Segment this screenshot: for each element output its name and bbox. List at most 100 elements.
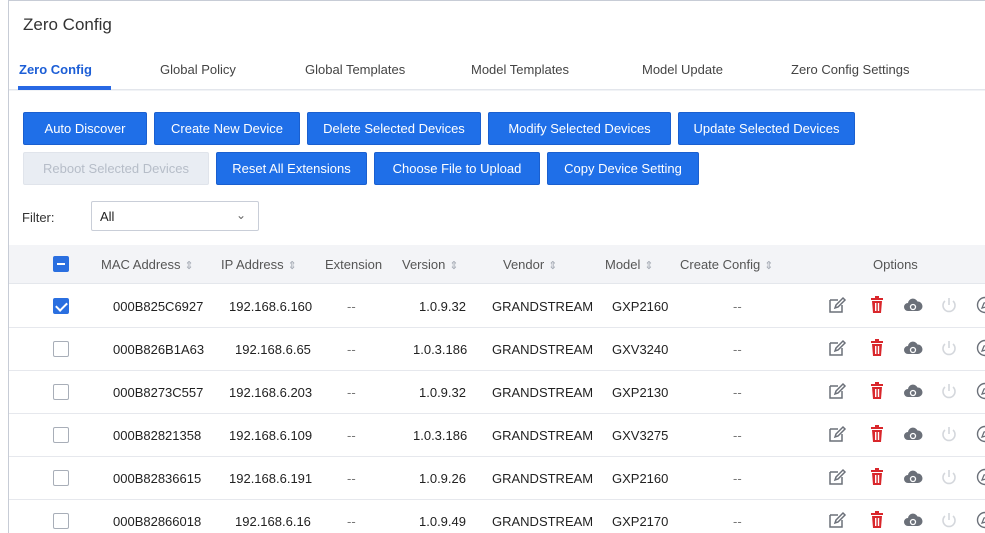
cell-create-config: -- xyxy=(733,385,742,400)
compass-icon[interactable] xyxy=(975,467,985,487)
chevron-down-icon: ⌄ xyxy=(235,208,246,222)
edit-icon[interactable] xyxy=(827,510,847,530)
cell-extension: -- xyxy=(347,471,356,486)
cell-version: 1.0.3.186 xyxy=(413,428,468,443)
cell-mac-address: 000B82821358 xyxy=(113,428,202,443)
update-selected-devices-button[interactable]: Update Selected Devices xyxy=(678,112,855,145)
sort-icon: ⇕ xyxy=(764,260,774,272)
cell-version: 1.0.9.32 xyxy=(419,299,466,314)
table-row[interactable]: 000B825C6927 192.168.6.160 -- 1.0.9.32 G… xyxy=(9,285,985,328)
compass-icon[interactable] xyxy=(975,424,985,444)
cell-extension: -- xyxy=(347,385,356,400)
tab-global-templates[interactable]: Global Templates xyxy=(305,62,405,77)
delete-icon[interactable] xyxy=(867,295,887,315)
create-new-device-button[interactable]: Create New Device xyxy=(154,112,300,145)
column-label: Vendor xyxy=(503,257,545,272)
delete-icon[interactable] xyxy=(867,338,887,358)
cloud-icon[interactable] xyxy=(903,510,923,530)
column-label: Version xyxy=(402,257,446,272)
delete-selected-devices-button[interactable]: Delete Selected Devices xyxy=(307,112,481,145)
cell-mac-address: 000B825C6927 xyxy=(113,299,204,314)
table-header: MAC Address ⇕ IP Address ⇕ Extension Versi… xyxy=(9,245,985,284)
filter-select[interactable]: All ⌄ xyxy=(91,201,259,231)
reset-all-extensions-button[interactable]: Reset All Extensions xyxy=(216,152,367,185)
cell-extension: -- xyxy=(347,342,356,357)
table-row[interactable]: 000B82821358 192.168.6.109 -- 1.0.3.186 … xyxy=(9,414,985,457)
cell-version: 1.0.9.32 xyxy=(419,385,466,400)
cell-mac-address: 000B82836615 xyxy=(113,471,202,486)
table-row[interactable]: 000B82836615 192.168.6.191 -- 1.0.9.26 G… xyxy=(9,457,985,500)
choose-file-to-upload-button[interactable]: Choose File to Upload xyxy=(374,152,540,185)
column-label: Create Config xyxy=(680,257,761,272)
row-checkbox[interactable] xyxy=(53,298,69,314)
power-icon[interactable] xyxy=(939,295,959,315)
cloud-icon[interactable] xyxy=(903,338,923,358)
table-row[interactable]: 000B826B1A63 192.168.6.65 -- 1.0.3.186 G… xyxy=(9,328,985,371)
cloud-icon[interactable] xyxy=(903,424,923,444)
delete-icon[interactable] xyxy=(867,510,887,530)
modify-selected-devices-button[interactable]: Modify Selected Devices xyxy=(488,112,671,145)
tab-bar: Zero Config Global Policy Global Templat… xyxy=(9,53,985,90)
power-icon[interactable] xyxy=(939,510,959,530)
power-icon[interactable] xyxy=(939,467,959,487)
cell-ip-address: 192.168.6.191 xyxy=(229,471,313,486)
table-row[interactable]: 000B82866018 192.168.6.16 -- 1.0.9.49 GR… xyxy=(9,500,985,533)
column-model[interactable]: Model ⇕ xyxy=(605,257,654,272)
compass-icon[interactable] xyxy=(975,381,985,401)
column-version[interactable]: Version ⇕ xyxy=(402,257,459,272)
edit-icon[interactable] xyxy=(827,295,847,315)
power-icon[interactable] xyxy=(939,381,959,401)
edit-icon[interactable] xyxy=(827,338,847,358)
cell-version: 1.0.9.26 xyxy=(419,471,466,486)
row-checkbox[interactable] xyxy=(53,341,69,357)
row-checkbox[interactable] xyxy=(53,384,69,400)
edit-icon[interactable] xyxy=(827,467,847,487)
delete-icon[interactable] xyxy=(867,381,887,401)
select-all-checkbox[interactable] xyxy=(53,256,69,272)
tab-model-update[interactable]: Model Update xyxy=(642,62,723,77)
tab-model-templates[interactable]: Model Templates xyxy=(471,62,569,77)
cell-ip-address: 192.168.6.203 xyxy=(229,385,313,400)
tab-zero-config[interactable]: Zero Config xyxy=(19,62,92,77)
delete-icon[interactable] xyxy=(867,424,887,444)
compass-icon[interactable] xyxy=(975,295,985,315)
compass-icon[interactable] xyxy=(975,510,985,530)
column-vendor[interactable]: Vendor ⇕ xyxy=(503,257,557,272)
edit-icon[interactable] xyxy=(827,381,847,401)
cell-model: GXV3275 xyxy=(612,428,669,443)
row-checkbox[interactable] xyxy=(53,470,69,486)
delete-icon[interactable] xyxy=(867,467,887,487)
reboot-selected-devices-button[interactable]: Reboot Selected Devices xyxy=(23,152,209,185)
power-icon[interactable] xyxy=(939,338,959,358)
compass-icon[interactable] xyxy=(975,338,985,358)
cloud-icon[interactable] xyxy=(903,295,923,315)
cell-ip-address: 192.168.6.16 xyxy=(235,514,311,529)
table-row[interactable]: 000B8273C557 192.168.6.203 -- 1.0.9.32 G… xyxy=(9,371,985,414)
edit-icon[interactable] xyxy=(827,424,847,444)
cell-mac-address: 000B8273C557 xyxy=(113,385,204,400)
cloud-icon[interactable] xyxy=(903,467,923,487)
cell-create-config: -- xyxy=(733,514,742,529)
sort-icon: ⇕ xyxy=(287,260,297,272)
cell-vendor: GRANDSTREAM xyxy=(492,428,594,443)
sort-icon: ⇕ xyxy=(548,260,558,272)
row-checkbox[interactable] xyxy=(53,427,69,443)
column-label: IP Address xyxy=(221,257,284,272)
cell-extension: -- xyxy=(347,428,356,443)
column-mac-address[interactable]: MAC Address ⇕ xyxy=(101,257,194,272)
column-label: MAC Address xyxy=(101,257,181,272)
sort-icon: ⇕ xyxy=(449,260,459,272)
auto-discover-button[interactable]: Auto Discover xyxy=(23,112,147,145)
column-create-config[interactable]: Create Config ⇕ xyxy=(680,257,773,272)
page-title: Zero Config xyxy=(23,15,112,34)
column-ip-address[interactable]: IP Address ⇕ xyxy=(221,257,297,272)
power-icon[interactable] xyxy=(939,424,959,444)
tab-zero-config-settings[interactable]: Zero Config Settings xyxy=(791,62,910,77)
cell-model: GXP2170 xyxy=(612,514,669,529)
filter-selected-value: All xyxy=(100,209,115,224)
cloud-icon[interactable] xyxy=(903,381,923,401)
copy-device-setting-button[interactable]: Copy Device Setting xyxy=(547,152,699,185)
tab-global-policy[interactable]: Global Policy xyxy=(160,62,236,77)
row-checkbox[interactable] xyxy=(53,513,69,529)
sort-icon: ⇕ xyxy=(644,260,654,272)
